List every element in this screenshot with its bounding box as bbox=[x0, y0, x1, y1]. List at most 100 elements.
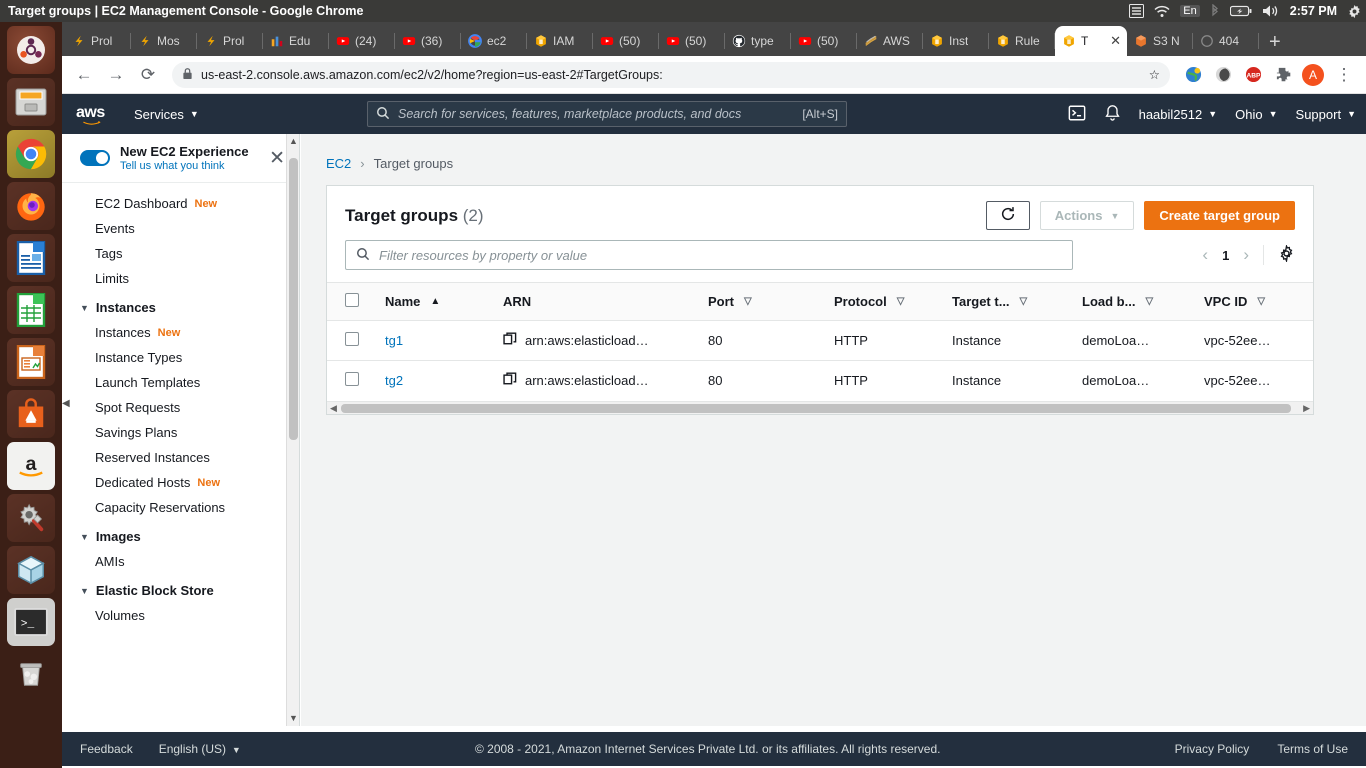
dock-item-libreoffice-impress[interactable] bbox=[7, 338, 55, 386]
forward-button[interactable]: → bbox=[102, 61, 130, 89]
dock-item-libreoffice-calc[interactable] bbox=[7, 286, 55, 334]
cell-name[interactable]: tg1 bbox=[371, 320, 489, 361]
feedback-link[interactable]: Feedback bbox=[80, 742, 133, 756]
sidebar-group-elastic-block-store[interactable]: ▼ Elastic Block Store bbox=[62, 574, 299, 603]
scroll-up-arrow-icon[interactable]: ▲ bbox=[289, 136, 298, 146]
cloudshell-icon[interactable] bbox=[1068, 104, 1086, 125]
sidebar-item-instance-types[interactable]: Instance Types bbox=[62, 345, 299, 370]
scrollbar-thumb[interactable] bbox=[341, 403, 1291, 413]
browser-tab-7[interactable]: IAM bbox=[527, 26, 593, 56]
system-settings-gear-icon[interactable] bbox=[1347, 4, 1362, 19]
browser-tab-10[interactable]: type bbox=[725, 26, 791, 56]
row-select-cell[interactable] bbox=[327, 320, 371, 361]
wifi-icon[interactable] bbox=[1154, 5, 1170, 18]
browser-tab-8[interactable]: (50) bbox=[593, 26, 659, 56]
sidebar-item-dedicated-hosts[interactable]: Dedicated Hosts New bbox=[62, 470, 299, 495]
terms-of-use-link[interactable]: Terms of Use bbox=[1277, 742, 1348, 756]
column-header-target-type[interactable]: Target t... ▽ bbox=[938, 282, 1068, 321]
keyboard-layout-indicator[interactable]: En bbox=[1180, 5, 1200, 17]
account-menu[interactable]: haabil2512 ▼ bbox=[1139, 107, 1218, 122]
browser-tab-3[interactable]: Edu bbox=[263, 26, 329, 56]
banner-feedback-link[interactable]: Tell us what you think bbox=[120, 160, 259, 172]
select-all-checkbox[interactable] bbox=[345, 293, 359, 307]
table-row[interactable]: tg1 arn:aws:elasticload… 80 HTTP Instanc… bbox=[327, 320, 1313, 361]
column-header-vpc-id[interactable]: VPC ID ▽ bbox=[1190, 282, 1313, 321]
sidebar-item-savings-plans[interactable]: Savings Plans bbox=[62, 420, 299, 445]
target-group-link[interactable]: tg2 bbox=[385, 373, 403, 388]
support-menu[interactable]: Support ▼ bbox=[1296, 107, 1356, 122]
gear-icon[interactable] bbox=[1278, 244, 1295, 265]
new-tab-button[interactable]: + bbox=[1269, 32, 1281, 52]
row-checkbox[interactable] bbox=[345, 372, 359, 387]
aws-global-search[interactable]: Search for services, features, marketpla… bbox=[367, 101, 847, 127]
sidebar-item-events[interactable]: Events bbox=[62, 216, 299, 241]
bookmark-star-icon[interactable]: ☆ bbox=[1149, 67, 1160, 82]
refresh-button[interactable] bbox=[985, 201, 1030, 230]
browser-tab-6[interactable]: ec2 bbox=[461, 26, 527, 56]
region-menu[interactable]: Ohio ▼ bbox=[1235, 107, 1277, 122]
sidebar-item-capacity-reservations[interactable]: Capacity Reservations bbox=[62, 495, 299, 520]
column-header-port[interactable]: Port ▽ bbox=[694, 282, 820, 321]
scrollbar-thumb[interactable] bbox=[289, 158, 298, 440]
sidebar-item-instances[interactable]: Instances New bbox=[62, 320, 299, 345]
sidebar-item-ec2-dashboard[interactable]: EC2 Dashboard New bbox=[62, 191, 299, 216]
dock-item-amazon-store[interactable]: a bbox=[7, 442, 55, 490]
notifications-bell-icon[interactable] bbox=[1104, 104, 1121, 125]
sidebar-item-amis[interactable]: AMIs bbox=[62, 549, 299, 574]
copy-icon[interactable] bbox=[503, 332, 517, 349]
menu-list-icon[interactable] bbox=[1129, 4, 1145, 18]
browser-tab-11[interactable]: (50) bbox=[791, 26, 857, 56]
translate-extension-icon[interactable] bbox=[1180, 62, 1206, 88]
browser-tab-0[interactable]: Prol bbox=[65, 26, 131, 56]
breadcrumb-ec2-link[interactable]: EC2 bbox=[326, 156, 351, 171]
dock-item-firefox[interactable] bbox=[7, 182, 55, 230]
address-bar[interactable]: us-east-2.console.aws.amazon.com/ec2/v2/… bbox=[172, 61, 1170, 88]
column-header-load-balancer[interactable]: Load b... ▽ bbox=[1068, 282, 1190, 321]
browser-tab-16[interactable]: S3 N bbox=[1127, 26, 1193, 56]
scroll-down-arrow-icon[interactable]: ▼ bbox=[289, 713, 298, 723]
aws-logo[interactable]: aws bbox=[76, 104, 108, 125]
browser-tab-1[interactable]: Mos bbox=[131, 26, 197, 56]
browser-tab-4[interactable]: (24) bbox=[329, 26, 395, 56]
column-header-name[interactable]: Name ▲ bbox=[371, 282, 489, 321]
dock-item-google-chrome[interactable] bbox=[7, 130, 55, 178]
profile-avatar[interactable]: A bbox=[1300, 62, 1326, 88]
prev-page-button[interactable]: ‹ bbox=[1202, 245, 1208, 265]
sidebar-item-tags[interactable]: Tags bbox=[62, 241, 299, 266]
table-row[interactable]: tg2 arn:aws:elasticload… 80 HTTP Instanc… bbox=[327, 361, 1313, 401]
next-page-button[interactable]: › bbox=[1243, 245, 1249, 265]
sidebar-item-launch-templates[interactable]: Launch Templates bbox=[62, 370, 299, 395]
scroll-right-arrow-icon[interactable]: ▶ bbox=[1303, 403, 1310, 414]
dock-item-libreoffice-writer[interactable] bbox=[7, 234, 55, 282]
current-page-number[interactable]: 1 bbox=[1222, 248, 1229, 263]
bluetooth-icon[interactable] bbox=[1210, 4, 1220, 18]
reload-button[interactable]: ⟳ bbox=[134, 61, 162, 89]
sidebar-collapse-handle[interactable]: ◀ bbox=[62, 392, 70, 414]
dock-item-virtualbox[interactable] bbox=[7, 546, 55, 594]
battery-icon[interactable] bbox=[1229, 5, 1252, 17]
sidebar-group-instances[interactable]: ▼ Instances bbox=[62, 291, 299, 320]
system-clock[interactable]: 2:57 PM bbox=[1290, 4, 1337, 18]
browser-tab-5[interactable]: (36) bbox=[395, 26, 461, 56]
sidebar-item-reserved-instances[interactable]: Reserved Instances bbox=[62, 445, 299, 470]
create-target-group-button[interactable]: Create target group bbox=[1144, 201, 1295, 230]
browser-tab-17[interactable]: 404 bbox=[1193, 26, 1259, 56]
row-select-cell[interactable] bbox=[327, 361, 371, 401]
search-input[interactable]: Filter resources by property or value bbox=[345, 240, 1073, 270]
browser-tab-14[interactable]: Rule bbox=[989, 26, 1055, 56]
sidebar-item-spot-requests[interactable]: Spot Requests bbox=[62, 395, 299, 420]
puzzle-extensions-icon[interactable] bbox=[1270, 62, 1296, 88]
adblock-plus-icon[interactable]: ABP bbox=[1240, 62, 1266, 88]
chrome-menu-button[interactable]: ⋮ bbox=[1330, 61, 1358, 89]
dark-mode-extension-icon[interactable] bbox=[1210, 62, 1236, 88]
dock-item-trash[interactable] bbox=[7, 650, 55, 698]
close-tab-icon[interactable]: ✕ bbox=[1110, 33, 1121, 49]
browser-tab-12[interactable]: AWS bbox=[857, 26, 923, 56]
scroll-left-arrow-icon[interactable]: ◀ bbox=[330, 403, 337, 414]
language-selector[interactable]: English (US) ▼ bbox=[159, 742, 241, 756]
select-all-header[interactable] bbox=[327, 282, 371, 321]
browser-tab-2[interactable]: Prol bbox=[197, 26, 263, 56]
privacy-policy-link[interactable]: Privacy Policy bbox=[1175, 742, 1250, 756]
row-checkbox[interactable] bbox=[345, 332, 359, 346]
cell-name[interactable]: tg2 bbox=[371, 361, 489, 401]
